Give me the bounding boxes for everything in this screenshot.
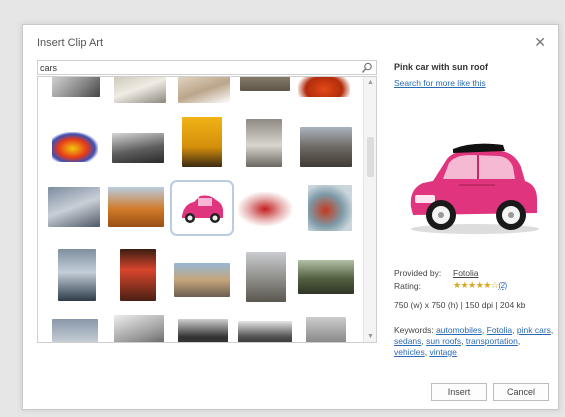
clipart-thumbnail[interactable] [300, 127, 352, 167]
clipart-thumbnail[interactable] [112, 133, 164, 163]
thumbnail-grid [38, 77, 364, 342]
clipart-thumbnail[interactable] [48, 187, 100, 227]
star-icon: ★★★★★☆ [453, 280, 499, 290]
dialog-title: Insert Clip Art [37, 37, 104, 49]
search-more-link[interactable]: Search for more like this [394, 78, 486, 88]
keyword-link[interactable]: Fotolia [487, 325, 513, 335]
rating-label: Rating: [394, 281, 421, 291]
close-icon[interactable]: ✕ [534, 34, 546, 51]
clipart-thumbnail[interactable] [114, 315, 164, 342]
keyword-link[interactable]: pink cars [517, 325, 551, 335]
clipart-thumbnail[interactable] [238, 321, 292, 342]
keyword-link[interactable]: transportation [466, 336, 518, 346]
search-box [37, 60, 377, 75]
provider-link[interactable]: Fotolia [453, 268, 479, 278]
clipart-thumbnail[interactable] [114, 77, 166, 103]
keyword-link[interactable]: sedans [394, 336, 421, 346]
keyword-link[interactable]: vintage [429, 347, 456, 357]
scrollbar-thumb[interactable] [367, 137, 374, 177]
rating-count-link[interactable]: (2) [498, 281, 507, 290]
clipart-thumbnail[interactable] [182, 117, 222, 167]
keywords: Keywords: automobiles, Fotolia, pink car… [394, 325, 554, 357]
clipart-thumbnail[interactable] [246, 252, 286, 302]
clipart-thumbnail[interactable] [246, 119, 282, 167]
clipart-thumbnail[interactable] [108, 187, 164, 227]
clipart-thumbnail[interactable] [120, 249, 156, 301]
insert-clip-art-dialog: Insert Clip Art ✕ cars ▲ ▼ Pink car with… [22, 24, 559, 410]
results-scrollbar[interactable]: ▲ ▼ [363, 77, 376, 342]
clipart-thumbnail[interactable] [174, 263, 230, 297]
clipart-thumbnail[interactable] [58, 249, 96, 301]
scroll-down-icon[interactable]: ▼ [367, 333, 374, 340]
rating-stars: ★★★★★☆(2) [453, 280, 507, 291]
image-details: 750 (w) x 750 (h) | 150 dpi | 204 kb [394, 300, 526, 310]
keyword-link[interactable]: vehicles [394, 347, 425, 357]
insert-button[interactable]: Insert [431, 383, 487, 401]
clipart-thumbnail[interactable] [52, 77, 100, 97]
search-icon[interactable] [361, 62, 373, 74]
scroll-up-icon[interactable]: ▲ [367, 79, 374, 86]
clipart-thumbnail[interactable] [52, 319, 98, 342]
preview-title: Pink car with sun roof [394, 62, 489, 72]
search-input[interactable] [40, 61, 355, 74]
results-panel: ▲ ▼ [37, 76, 377, 343]
clipart-thumbnail[interactable] [240, 77, 290, 91]
clipart-thumbnail[interactable] [306, 317, 346, 342]
clipart-thumbnail[interactable] [52, 132, 98, 162]
keyword-link[interactable]: automobiles [436, 325, 482, 335]
clipart-thumbnail[interactable] [178, 319, 228, 342]
keyword-link[interactable]: sun roofs [426, 336, 461, 346]
clipart-thumbnail-selected[interactable] [170, 180, 234, 236]
keywords-label: Keywords: [394, 325, 434, 335]
clipart-thumbnail[interactable] [308, 185, 352, 231]
clipart-thumbnail[interactable] [298, 77, 350, 97]
provided-by-label: Provided by: [394, 268, 442, 278]
clipart-thumbnail[interactable] [178, 77, 230, 103]
clipart-thumbnail[interactable] [298, 260, 354, 294]
cancel-button[interactable]: Cancel [493, 383, 549, 401]
pink-car-image [410, 143, 539, 234]
clipart-thumbnail[interactable] [238, 192, 292, 226]
